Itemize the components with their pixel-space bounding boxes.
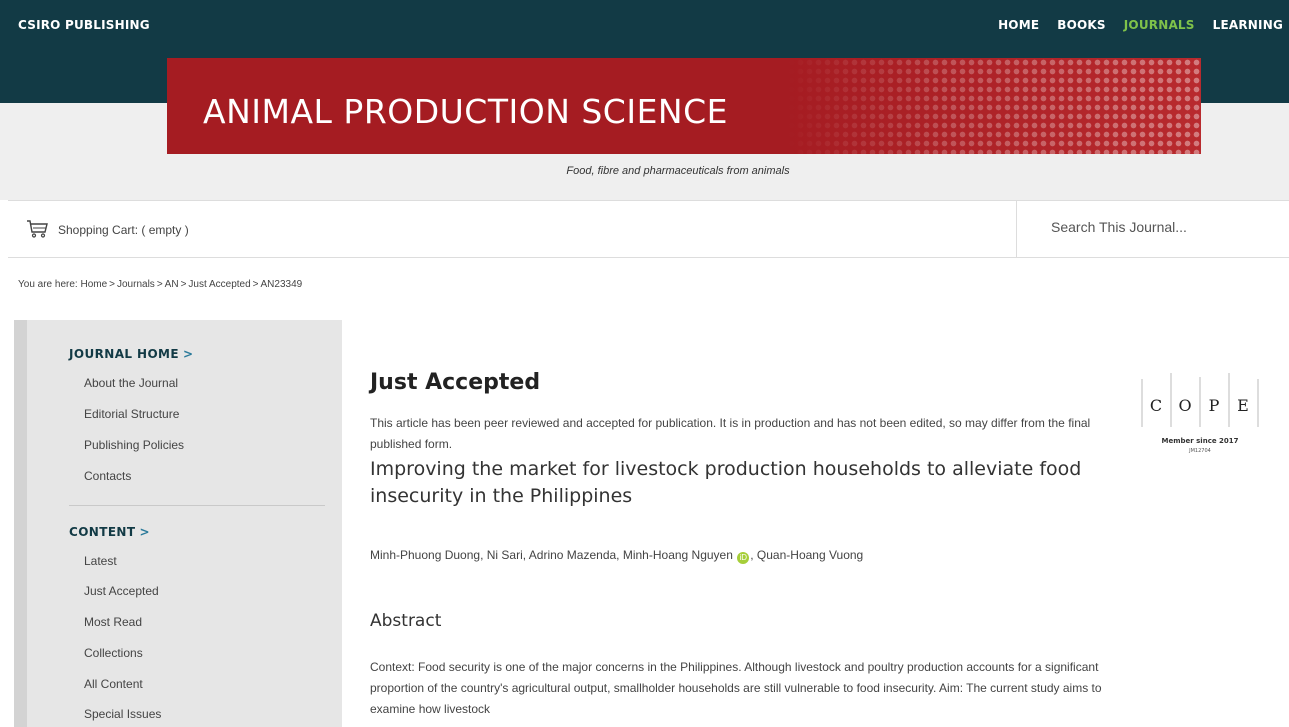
sidebar-heading-label: CONTENT [69, 525, 136, 539]
brand-logo[interactable]: CSIRO PUBLISHING [18, 18, 150, 32]
sidebar-item-publishing-policies[interactable]: Publishing Policies [84, 438, 184, 452]
chevron-right-icon: > [183, 347, 194, 361]
author-link[interactable]: Adrino Mazenda [529, 548, 616, 562]
article-title[interactable]: Improving the market for livestock produ… [370, 456, 1090, 510]
author-link[interactable]: Quan-Hoang Vuong [757, 548, 863, 562]
page-title: Just Accepted [370, 370, 541, 395]
breadcrumb-prefix: You are here: [18, 279, 78, 290]
breadcrumb: You are here: Home > Journals > AN > Just Acce… [18, 279, 303, 290]
shopping-cart-link[interactable]: Shopping Cart: ( empty ) [58, 223, 189, 237]
main-nav: HOME BOOKS JOURNALS LEARNING [998, 18, 1283, 32]
sidebar-item-most-read[interactable]: Most Read [84, 615, 142, 629]
sidebar-heading-content[interactable]: CONTENT > [69, 525, 150, 539]
breadcrumb-home[interactable]: Home [80, 279, 107, 290]
nav-home[interactable]: HOME [998, 18, 1039, 32]
sidebar-item-just-accepted[interactable]: Just Accepted [84, 584, 159, 598]
author-list: Minh-Phuong Duong, Ni Sari, Adrino Mazen… [370, 548, 864, 564]
sidebar: JOURNAL HOME > About the Journal Editoria… [14, 320, 342, 727]
chevron-right-icon: > [139, 525, 150, 539]
breadcrumb-journals[interactable]: Journals [117, 279, 155, 290]
sidebar-divider [69, 505, 325, 506]
sidebar-heading-journal-home[interactable]: JOURNAL HOME > [69, 347, 193, 361]
sidebar-item-special-issues[interactable]: Special Issues [84, 707, 161, 721]
nav-journals[interactable]: JOURNALS [1124, 18, 1195, 32]
just-accepted-notice: This article has been peer reviewed and … [370, 416, 1091, 451]
cope-member-since: Member since 2017 [1161, 437, 1238, 445]
abstract-text: Context: Food security is one of the maj… [370, 660, 1102, 716]
breadcrumb-an[interactable]: AN [165, 279, 179, 290]
sidebar-item-all-content[interactable]: All Content [84, 677, 143, 691]
sidebar-item-collections[interactable]: Collections [84, 646, 143, 660]
banner-dot-pattern [787, 58, 1201, 154]
shopping-cart-icon[interactable] [26, 220, 48, 238]
sidebar-item-editorial-structure[interactable]: Editorial Structure [84, 407, 179, 421]
journal-title: ANIMAL PRODUCTION SCIENCE [203, 92, 729, 131]
cart-search-bar: Shopping Cart: ( empty ) [8, 200, 1289, 258]
cope-letter: P [1209, 396, 1220, 415]
journal-banner[interactable]: ANIMAL PRODUCTION SCIENCE [167, 58, 1201, 154]
breadcrumb-just-accepted[interactable]: Just Accepted [188, 279, 250, 290]
author-link[interactable]: Minh-Hoang Nguyen [623, 548, 733, 562]
search-input[interactable] [1049, 218, 1289, 236]
journal-search [1016, 201, 1289, 257]
sidebar-heading-label: JOURNAL HOME [69, 347, 179, 361]
sidebar-item-about[interactable]: About the Journal [84, 376, 178, 390]
journal-tagline: Food, fibre and pharmaceuticals from ani… [566, 165, 790, 177]
orcid-icon[interactable]: iD [737, 552, 750, 564]
abstract-heading: Abstract [370, 611, 442, 631]
sidebar-item-latest[interactable]: Latest [84, 554, 117, 568]
nav-books[interactable]: BOOKS [1057, 18, 1106, 32]
cope-letter: C [1150, 396, 1162, 415]
author-link[interactable]: Minh-Phuong Duong [370, 548, 480, 562]
nav-learning[interactable]: LEARNING [1213, 18, 1283, 32]
sidebar-item-contacts[interactable]: Contacts [84, 469, 131, 483]
author-link[interactable]: Ni Sari [487, 548, 523, 562]
cope-letter: O [1178, 396, 1191, 415]
cope-member-id: JM12704 [1188, 448, 1211, 454]
cope-letter: E [1237, 396, 1249, 415]
breadcrumb-current: AN23349 [260, 279, 303, 290]
cope-logo[interactable]: C O P E Member since 2017 JM12704 [1140, 367, 1260, 457]
